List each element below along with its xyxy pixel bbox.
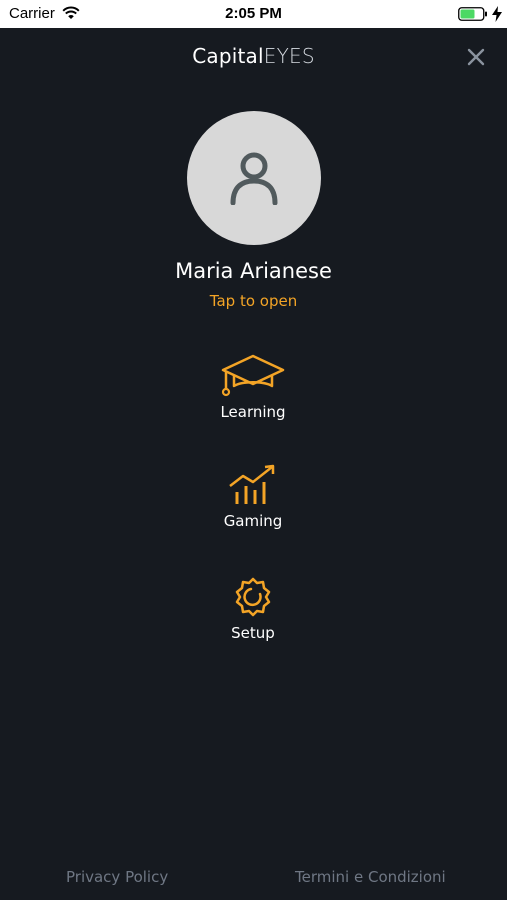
close-icon[interactable] <box>463 44 489 70</box>
menu-item-learning[interactable]: Learning <box>203 353 303 421</box>
gear-icon <box>235 577 271 617</box>
menu-item-label: Learning <box>220 403 286 421</box>
charging-bolt-icon <box>492 6 502 22</box>
battery-icon <box>458 7 487 21</box>
user-name[interactable]: Maria Arianese <box>0 259 507 283</box>
avatar[interactable] <box>187 111 321 245</box>
menu-item-gaming[interactable]: Gaming <box>203 464 303 530</box>
app-title-capital: Capital <box>192 44 264 68</box>
tap-to-open-hint[interactable]: Tap to open <box>0 292 507 310</box>
chart-growth-icon <box>229 464 275 504</box>
graduation-cap-icon <box>221 354 285 397</box>
menu-item-setup[interactable]: Setup <box>203 576 303 642</box>
privacy-policy-link[interactable]: Privacy Policy <box>66 868 168 886</box>
status-bar: Carrier 2:05 PM <box>0 0 507 28</box>
app-title-eyes: EYES <box>263 44 315 68</box>
user-icon <box>230 152 278 205</box>
terms-conditions-link[interactable]: Termini e Condizioni <box>295 868 446 886</box>
menu-item-label: Gaming <box>223 512 283 530</box>
menu-item-label: Setup <box>231 624 275 642</box>
clock: 2:05 PM <box>225 5 282 22</box>
app-title: CapitalEYES <box>0 44 507 68</box>
